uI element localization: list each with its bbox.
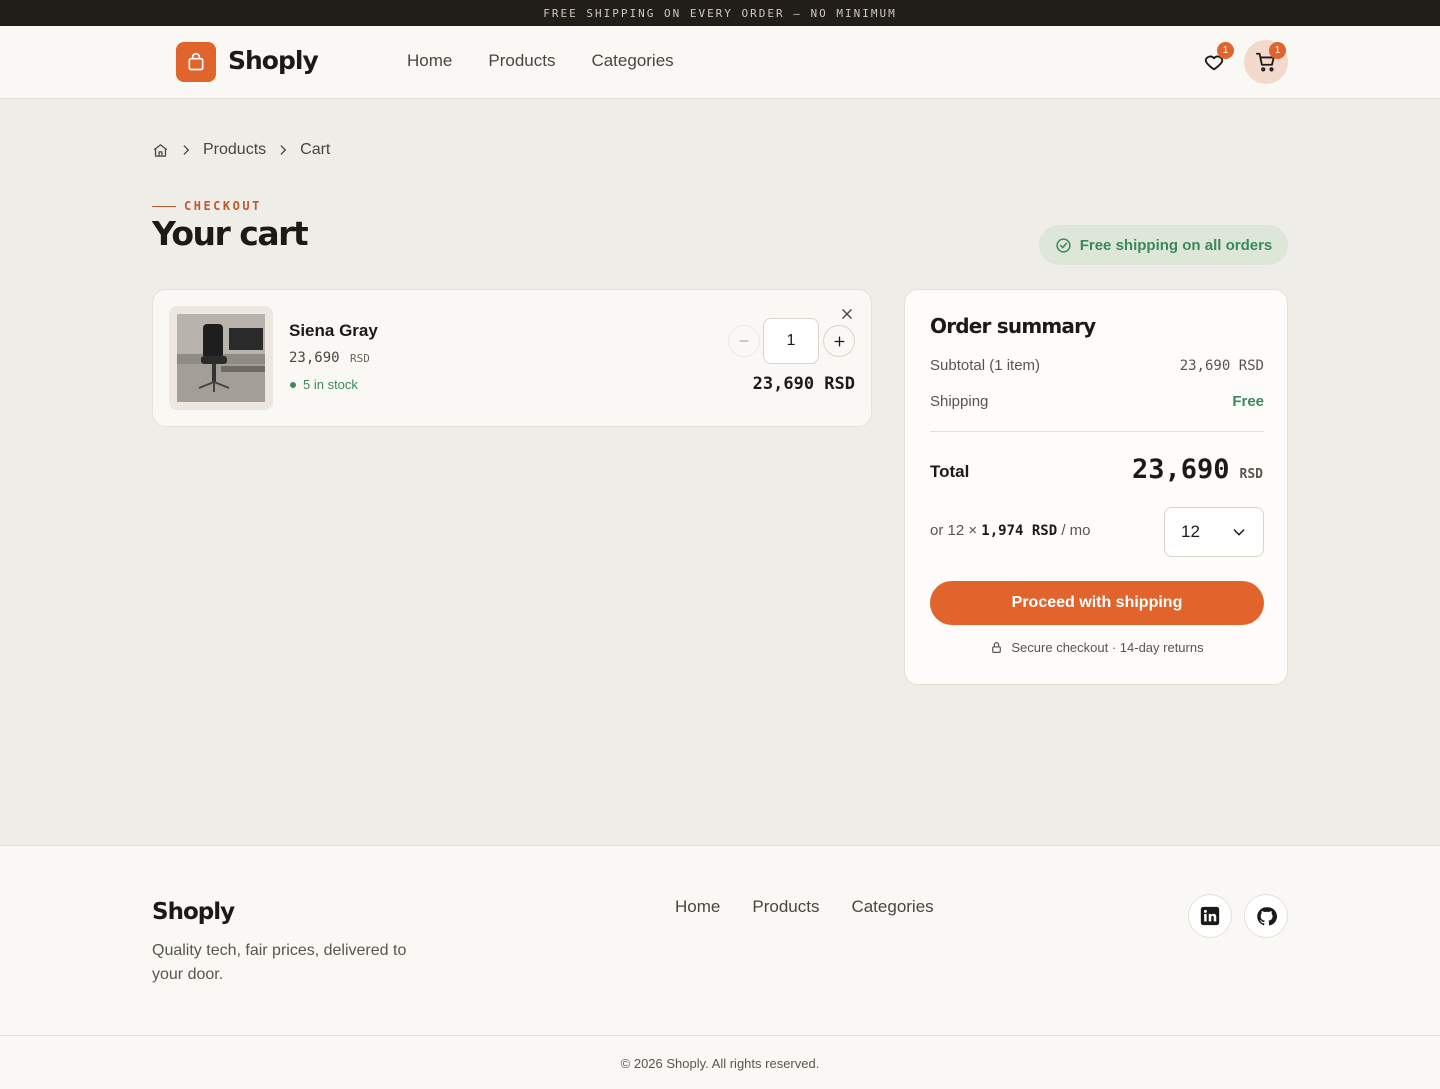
nav-home[interactable]: Home	[407, 51, 452, 71]
main-nav: Home Products Categories	[407, 51, 674, 71]
proceed-with-shipping-button[interactable]: Proceed with shipping	[930, 581, 1264, 625]
chevron-down-icon	[1233, 529, 1245, 536]
increase-quantity-button[interactable]	[823, 325, 855, 357]
total-value: 23,690 RSD	[1132, 454, 1263, 485]
quantity-input[interactable]	[763, 318, 819, 364]
summary-divider	[930, 431, 1264, 432]
subtotal-label: Subtotal (1 item)	[930, 357, 1041, 374]
installment-prefix: or 12 ×	[930, 522, 978, 539]
summary-title: Order summary	[930, 314, 1096, 338]
brand-logo[interactable]: Shoply	[228, 46, 319, 75]
lock-icon	[992, 642, 1002, 653]
secure-checkout-text: Secure checkout · 14-day returns	[1011, 640, 1204, 655]
linkedin-button[interactable]	[1188, 894, 1232, 938]
nav-categories[interactable]: Categories	[591, 51, 673, 71]
shipping-value: Free	[1232, 393, 1264, 410]
subtotal-row: Subtotal (1 item) 23,690 RSD	[930, 357, 1264, 374]
stock-status: 5 in stock	[290, 377, 358, 392]
stock-text: 5 in stock	[303, 377, 358, 392]
line-total: 23,690 RSD	[752, 374, 855, 394]
stock-dot	[290, 381, 296, 388]
free-shipping-badge: Free shipping on all orders	[1039, 225, 1288, 265]
installment-suffix: / mo	[1061, 522, 1091, 539]
footer-brand-logo[interactable]: Shoply	[152, 899, 235, 925]
wishlist-button[interactable]: 1	[1192, 40, 1236, 84]
unit-price: 23,690 RSD	[289, 350, 370, 366]
unit-price-value: 23,690	[289, 350, 340, 366]
product-name[interactable]: Siena Gray	[289, 321, 378, 341]
site-footer: Shoply Quality tech, fair prices, delive…	[0, 845, 1440, 1089]
close-icon	[842, 309, 852, 319]
nav-products[interactable]: Products	[488, 51, 555, 71]
chevron-right-icon	[280, 145, 287, 155]
breadcrumb-products[interactable]: Products	[203, 141, 266, 159]
subtotal-value: 23,690 RSD	[1179, 357, 1264, 374]
total-currency: RSD	[1239, 467, 1263, 482]
cart-button[interactable]: 1	[1244, 40, 1288, 84]
site-header: Shoply Home Products Categories 1 1	[0, 26, 1440, 99]
installment-months-select[interactable]: 12	[1164, 507, 1264, 557]
check-circle-icon	[1056, 237, 1071, 253]
product-image[interactable]	[169, 306, 273, 410]
github-icon	[1256, 906, 1277, 925]
months-selected-value: 12	[1181, 522, 1200, 541]
home-icon[interactable]	[152, 142, 169, 159]
minus-icon	[739, 340, 749, 342]
announcement-bar: FREE SHIPPING ON EVERY ORDER — NO MINIMU…	[0, 0, 1440, 26]
plus-icon	[834, 336, 844, 346]
eyebrow-line	[152, 205, 176, 207]
chevron-right-icon	[183, 145, 190, 155]
unit-price-currency: RSD	[350, 352, 370, 365]
shopping-bag-icon[interactable]	[176, 42, 216, 82]
github-button[interactable]	[1244, 894, 1288, 938]
installment-info: or 12 × 1,974 RSD / mo	[930, 522, 1091, 539]
footer-nav: Home Products Categories	[675, 897, 934, 917]
total-label: Total	[930, 462, 970, 481]
installment-amount: 1,974 RSD	[981, 523, 1058, 539]
footer-nav-products[interactable]: Products	[752, 897, 819, 917]
free-shipping-text: Free shipping on all orders	[1079, 236, 1273, 254]
cart-item: Siena Gray 23,690 RSD 5 in stock 23,690 …	[152, 289, 872, 427]
footer-nav-home[interactable]: Home	[675, 897, 720, 917]
shipping-label: Shipping	[930, 393, 989, 410]
remove-item-button[interactable]	[837, 304, 857, 324]
footer-nav-categories[interactable]: Categories	[851, 897, 933, 917]
page-title: Your cart	[152, 214, 309, 253]
breadcrumb: Products Cart	[152, 141, 330, 159]
total-amount: 23,690	[1131, 454, 1230, 485]
order-summary: Order summary Subtotal (1 item) 23,690 R…	[904, 289, 1288, 685]
eyebrow-text: CHECKOUT	[184, 199, 262, 213]
shipping-row: Shipping Free	[930, 393, 1264, 410]
breadcrumb-cart: Cart	[300, 141, 331, 158]
copyright: © 2026 Shoply. All rights reserved.	[0, 1035, 1440, 1089]
secure-checkout-note: Secure checkout · 14-day returns	[905, 640, 1289, 655]
linkedin-icon	[1200, 906, 1220, 926]
cart-count-badge: 1	[1269, 42, 1286, 59]
decrease-quantity-button[interactable]	[728, 325, 760, 357]
footer-tagline: Quality tech, fair prices, delivered to …	[152, 942, 407, 983]
wishlist-count-badge: 1	[1217, 42, 1234, 59]
page-eyebrow: CHECKOUT	[152, 199, 262, 213]
